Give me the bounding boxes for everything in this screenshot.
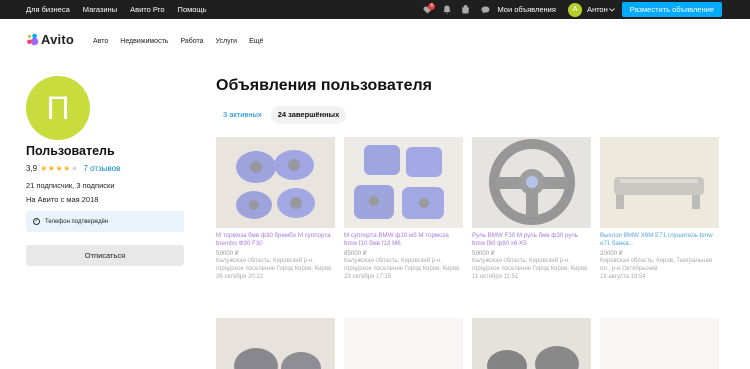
listing-date: 26 октября 20:22: [216, 274, 264, 280]
top-right-group: 6 Мои объявления А Антон Разместить объя…: [421, 0, 722, 19]
listing-photo[interactable]: [216, 318, 335, 369]
star-icon: ★: [40, 164, 48, 173]
site-header: Avito Авто Недвижимость Работа Услуги Ещ…: [0, 19, 750, 63]
star-empty-icon: ★: [70, 164, 79, 173]
phone-verified-text: Телефон подтверждён: [45, 218, 109, 225]
listing-price: 20000 ₽: [600, 250, 623, 257]
top-link-avito-pro[interactable]: Авито Pro: [130, 5, 164, 14]
listing-title[interactable]: М суппорта BMW ф10 м5 М тормоза bmw f10 …: [344, 232, 463, 248]
listing-photo[interactable]: [600, 137, 719, 228]
listing-card[interactable]: М суппорта BMW ф10 м5 М тормоза bmw f10 …: [344, 137, 463, 280]
nav-realty[interactable]: Недвижимость: [120, 38, 168, 45]
phone-verified-box: ✓ Телефон подтверждён: [26, 211, 184, 232]
unsubscribe-button[interactable]: Отписаться: [26, 245, 184, 266]
listing-location: Калужская область, Кировский р-н, городс…: [344, 258, 460, 272]
star-icon: ★: [55, 164, 64, 173]
user-name[interactable]: Антон: [587, 5, 608, 14]
avito-logo-icon: [27, 33, 39, 46]
tab-completed-listings[interactable]: 24 завершённых: [270, 106, 347, 124]
chevron-down-icon[interactable]: [608, 4, 616, 16]
listing-photo[interactable]: [600, 318, 719, 369]
nav-services[interactable]: Услуги: [216, 38, 238, 45]
notification-count-badge: 6: [428, 2, 436, 10]
post-ad-button[interactable]: Разместить объявление: [621, 2, 722, 17]
bell-icon[interactable]: [441, 4, 453, 16]
listing-card[interactable]: М тормоза бмв ф30 брембо М суппорта brem…: [216, 137, 335, 280]
top-bar: Для бизнеса Магазины Авито Pro Помощь 6 …: [0, 0, 750, 19]
listing-price: 59000 ₽: [472, 250, 495, 257]
rating-stars: ★★★★★: [40, 164, 78, 173]
profile-name: Пользователь: [26, 144, 115, 158]
profile-avatar: П: [26, 76, 90, 140]
listing-date: 11 октября 11:51: [472, 274, 519, 280]
top-links: Для бизнеса Магазины Авито Pro Помощь: [26, 0, 207, 19]
listing-date: 18 августа 19:54: [600, 274, 646, 280]
avito-logo[interactable]: Avito: [26, 32, 74, 47]
listing-title[interactable]: Руль BMW F30 М руль бмв ф30 руль bmw f80…: [472, 232, 591, 248]
tab-active-listings[interactable]: 3 активных: [216, 106, 269, 124]
logo-wordmark: Avito: [41, 32, 75, 47]
listing-tabs: 3 активных 24 завершённых: [216, 106, 347, 124]
listing-location: Калужская область, Кировский р-н, городс…: [472, 258, 588, 272]
listing-title[interactable]: Выхлоп BMW X6M E71 глушитель bmw e71 бан…: [600, 232, 719, 248]
reviews-link[interactable]: 7 отзывов: [83, 164, 120, 173]
category-nav: Авто Недвижимость Работа Услуги Ещё: [93, 38, 263, 45]
page-title: Объявления пользователя: [216, 77, 432, 94]
user-avatar[interactable]: А: [567, 2, 582, 17]
check-circle-icon: ✓: [33, 218, 40, 225]
nav-auto[interactable]: Авто: [93, 38, 108, 45]
member-since: На Авито с мая 2018: [26, 195, 99, 204]
nav-jobs[interactable]: Работа: [180, 38, 203, 45]
listing-location: Калужская область, Кировский р-н, городс…: [216, 258, 332, 272]
nav-more[interactable]: Ещё: [249, 38, 263, 45]
listing-card[interactable]: Выхлоп BMW X6M E71 глушитель bmw e71 бан…: [600, 137, 719, 280]
favorites-icon[interactable]: 6: [421, 2, 436, 16]
cart-icon[interactable]: [459, 4, 471, 16]
listing-photo[interactable]: [472, 318, 591, 369]
subscribers-info: 21 подписчик, 3 подписки: [26, 181, 115, 190]
listing-card[interactable]: Руль BMW F30 М руль бмв ф30 руль bmw f80…: [472, 137, 591, 280]
listing-price: 59000 ₽: [216, 250, 239, 257]
listing-title[interactable]: М тормоза бмв ф30 брембо М суппорта brem…: [216, 232, 335, 248]
listing-photo[interactable]: [344, 137, 463, 228]
star-icon: ★: [63, 164, 71, 173]
top-link-business[interactable]: Для бизнеса: [26, 5, 70, 14]
messages-icon[interactable]: [479, 4, 491, 16]
listing-date: 23 октября 17:15: [344, 274, 392, 280]
listing-photo[interactable]: [216, 137, 335, 228]
rating-value: 3,9: [26, 164, 38, 173]
listing-photo[interactable]: [472, 137, 591, 228]
my-ads-link[interactable]: Мои объявления: [497, 5, 556, 14]
listing-price: 85000 ₽: [344, 250, 367, 257]
top-link-help[interactable]: Помощь: [178, 5, 207, 14]
top-link-shops[interactable]: Магазины: [83, 5, 117, 14]
listing-location: Кировская область, Киров, Театральная пл…: [600, 258, 713, 272]
profile-rating: 3,9 ★★★★★ 7 отзывов: [26, 164, 120, 173]
listing-photo[interactable]: [344, 318, 463, 369]
